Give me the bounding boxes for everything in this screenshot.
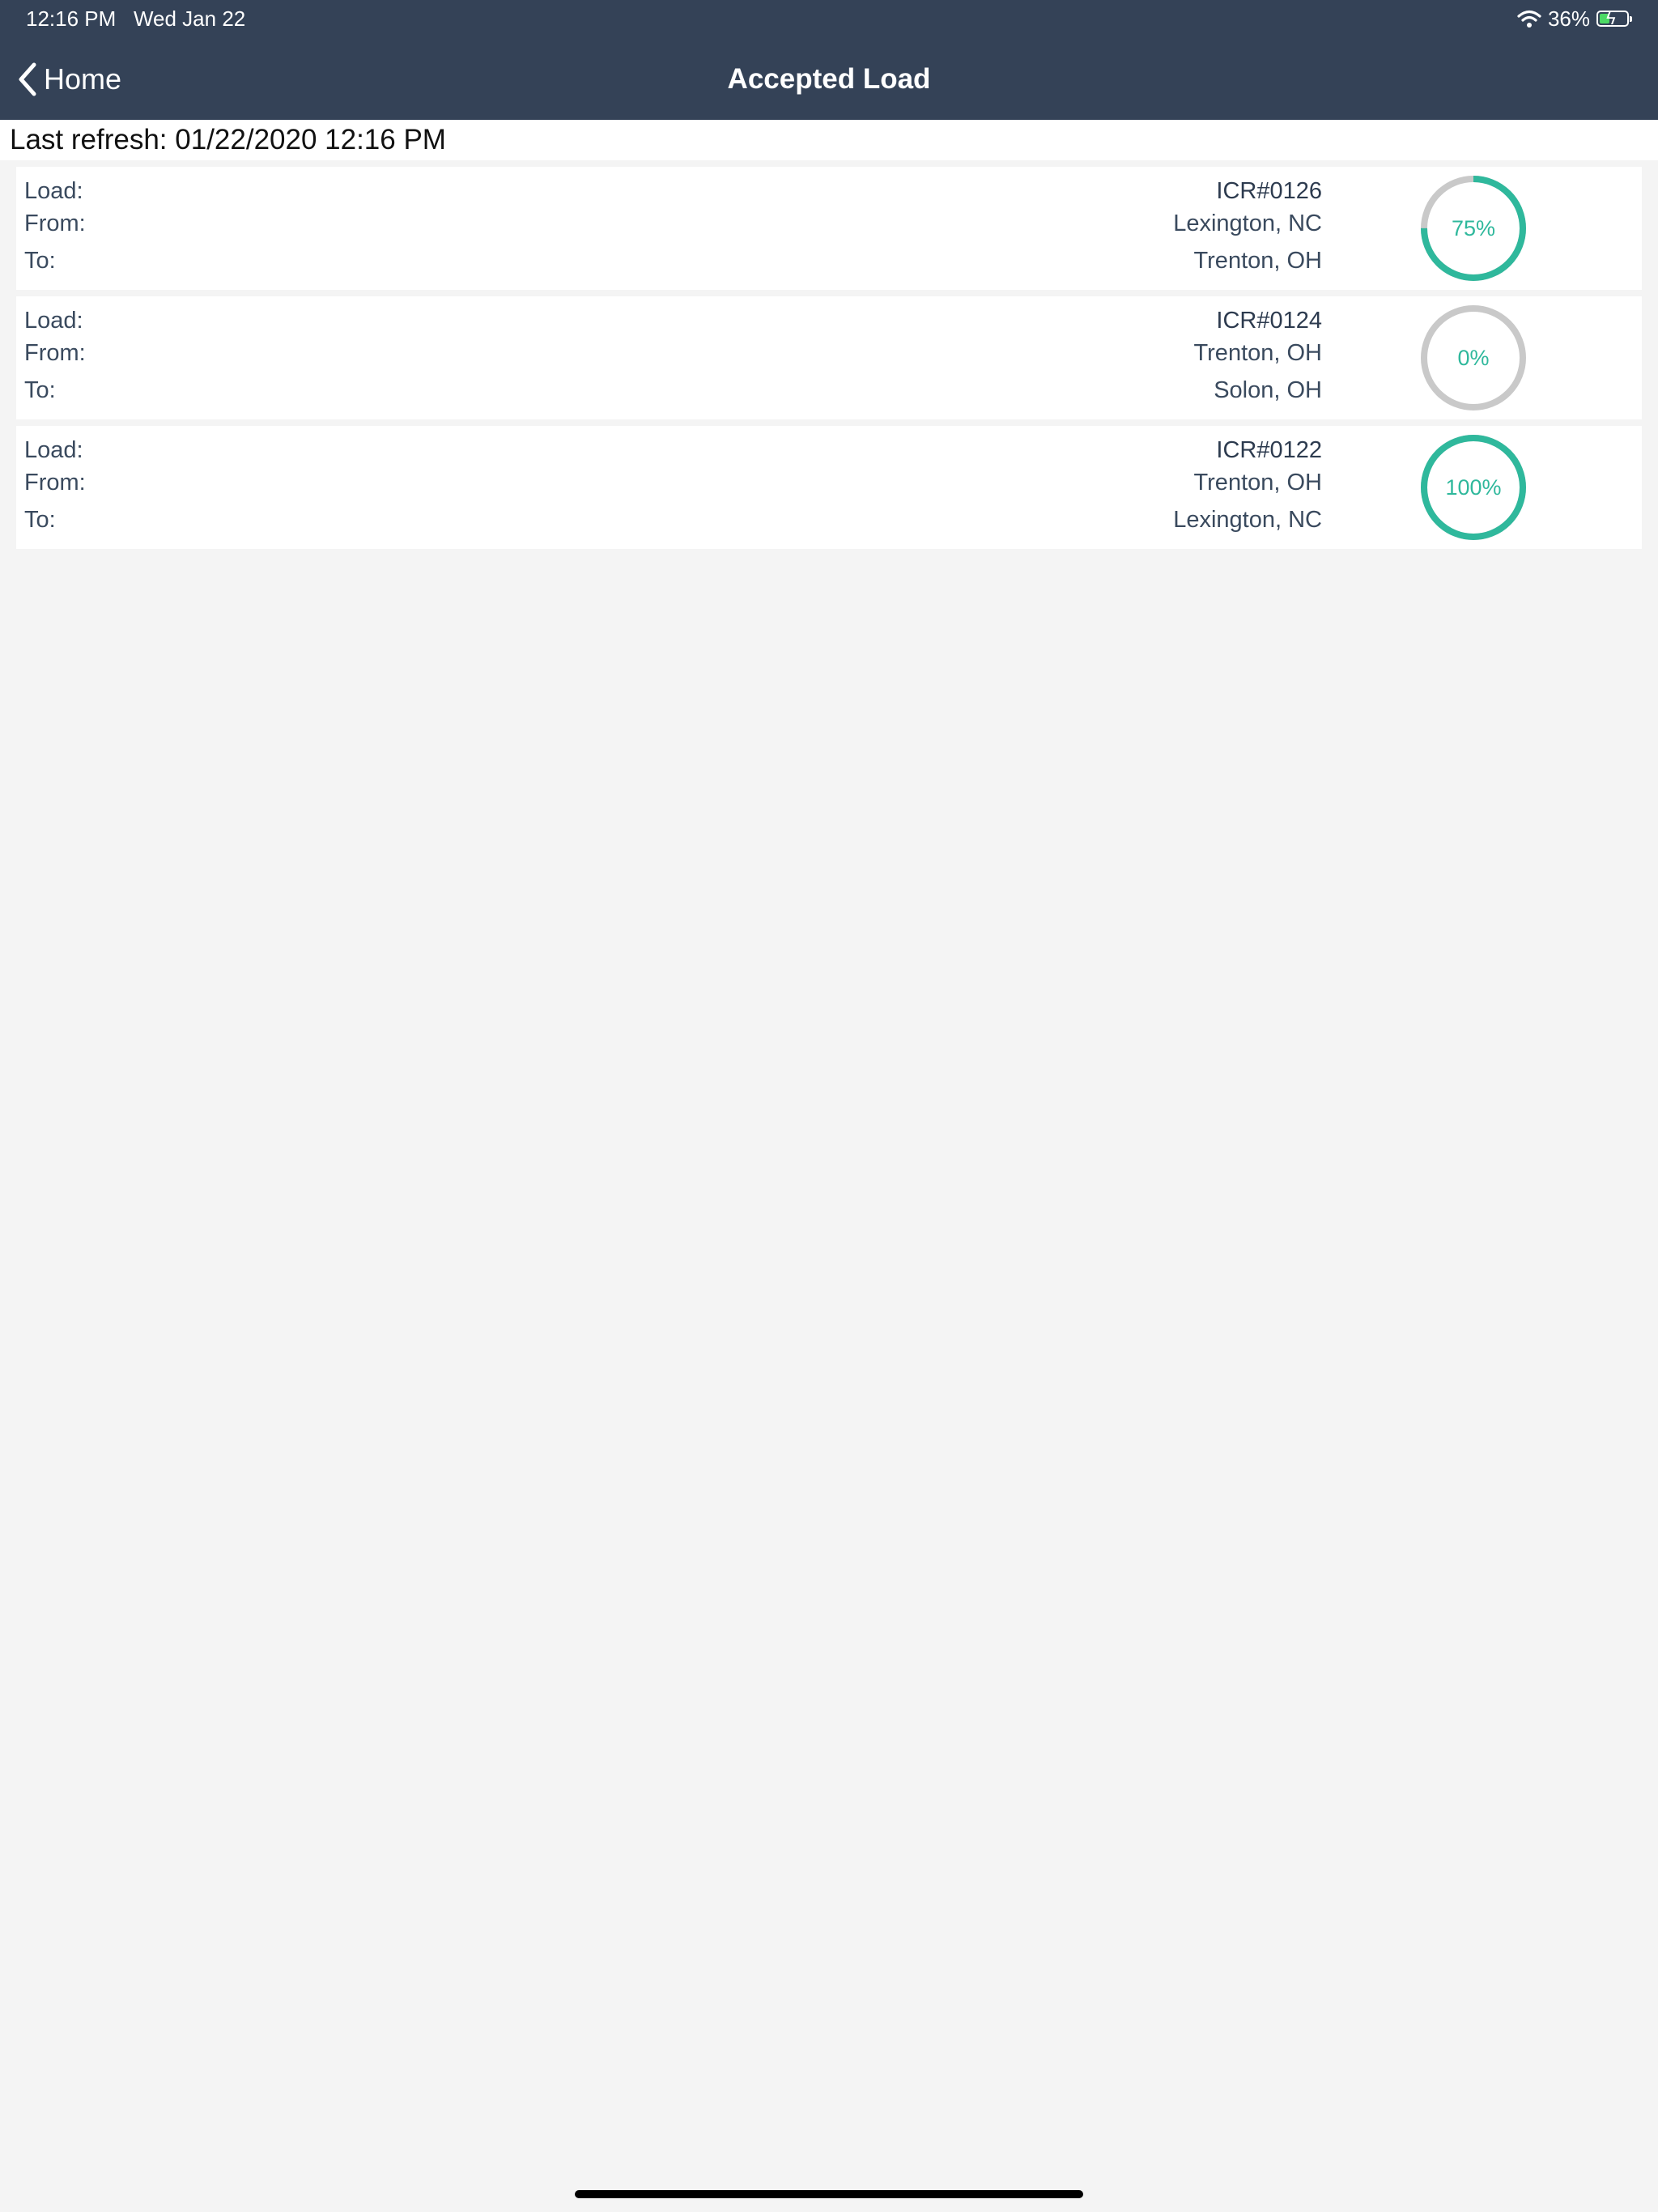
page-title: Accepted Load (727, 63, 931, 95)
last-refresh-text: Last refresh: 01/22/2020 12:16 PM (10, 124, 446, 155)
to-label: To: (24, 507, 56, 533)
load-number: ICR#0124 (1216, 308, 1322, 334)
from-label: From: (24, 470, 86, 496)
load-list: Load: From: To: ICR#0126 Lexington, NC T… (16, 167, 1642, 555)
from-label: From: (24, 340, 86, 366)
progress-ring: 0% (1420, 304, 1527, 411)
wifi-icon (1517, 10, 1541, 28)
load-number: ICR#0126 (1216, 178, 1322, 204)
load-label: Load: (24, 178, 83, 204)
to-label: To: (24, 377, 56, 403)
progress-ring: 75% (1420, 175, 1527, 282)
home-indicator[interactable] (575, 2190, 1083, 2198)
destination-value: Lexington, NC (1173, 507, 1322, 533)
progress-percent: 0% (1457, 346, 1490, 370)
progress-ring: 100% (1420, 434, 1527, 541)
load-number: ICR#0122 (1216, 437, 1322, 463)
to-label: To: (24, 248, 56, 274)
from-label: From: (24, 211, 86, 236)
progress-percent: 75% (1451, 216, 1496, 240)
charging-bolt-icon: ϟ (1606, 8, 1616, 28)
last-refresh-bar: Last refresh: 01/22/2020 12:16 PM (0, 120, 1658, 160)
navigation-bar: 12:16 PM Wed Jan 22 36% ϟ Home Accepted … (0, 0, 1658, 120)
origin-value: Trenton, OH (1193, 470, 1322, 496)
load-card[interactable]: Load: From: To: ICR#0122 Trenton, OH Lex… (16, 426, 1642, 549)
progress-percent: 100% (1445, 475, 1502, 500)
origin-value: Trenton, OH (1193, 340, 1322, 366)
status-indicators: 36% ϟ (1517, 5, 1634, 32)
battery-charging-icon: ϟ (1596, 8, 1632, 28)
load-card[interactable]: Load: From: To: ICR#0126 Lexington, NC T… (16, 167, 1642, 290)
battery-percent: 36% (1547, 6, 1590, 31)
origin-value: Lexington, NC (1173, 211, 1322, 236)
load-card[interactable]: Load: From: To: ICR#0124 Trenton, OH Sol… (16, 296, 1642, 419)
destination-value: Trenton, OH (1193, 248, 1322, 274)
load-label: Load: (24, 308, 83, 334)
status-time-date: 12:16 PM Wed Jan 22 (26, 6, 246, 31)
load-label: Load: (24, 437, 83, 463)
destination-value: Solon, OH (1214, 377, 1322, 403)
